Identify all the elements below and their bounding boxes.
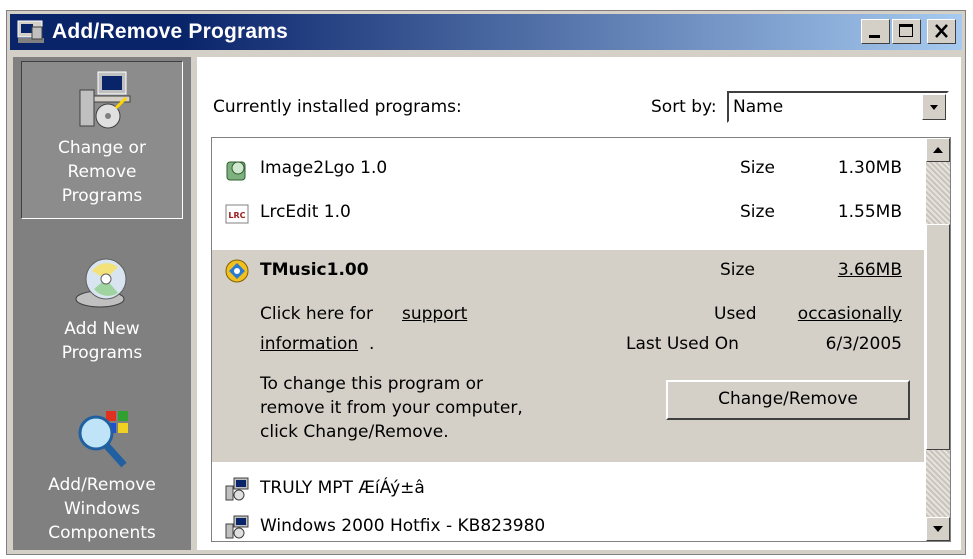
sidebar-item-add-new[interactable]: Add New Programs [21, 253, 183, 383]
size-value[interactable]: 3.66MB [838, 260, 902, 280]
programs-list[interactable]: Image2Lgo 1.0 Size 1.30MB LRC LrcEdit 1.… [211, 137, 951, 542]
installer-icon [226, 161, 246, 181]
last-used-label: Last Used On [626, 334, 739, 354]
change-instructions-line-3: click Change/Remove. [260, 422, 449, 442]
scroll-up-button[interactable] [926, 138, 950, 162]
support-prefix: Click here for [260, 304, 373, 324]
change-instructions-line-2: remove it from your computer, [260, 398, 523, 418]
sidebar-item-label: Add New Programs [61, 319, 143, 363]
used-label: Used [714, 304, 757, 324]
size-label: Size [720, 260, 755, 280]
sort-by-label: Sort by: [651, 97, 717, 117]
sidebar-item-label: Change or Remove Programs [58, 138, 146, 206]
size-value: 1.30MB [837, 158, 902, 178]
change-instructions-line-1: To change this program or [260, 374, 484, 394]
minimize-button[interactable] [861, 19, 890, 44]
chevron-up-icon [933, 147, 943, 153]
sidebar: Change or Remove Programs Add New Progra… [13, 57, 191, 550]
program-name: TRULY MPT ÆíÁý±â [260, 478, 425, 498]
title-bar[interactable]: Add/Remove Programs [10, 14, 962, 50]
svg-text:LRC: LRC [228, 211, 245, 220]
tmusic-icon [225, 259, 249, 283]
size-value: 1.55MB [837, 202, 902, 222]
sidebar-item-windows-components[interactable]: Add/Remove Windows Components [21, 407, 183, 549]
program-row-lrcedit[interactable]: LRC LrcEdit 1.0 Size 1.55MB [212, 192, 924, 232]
information-link[interactable]: information [260, 334, 358, 354]
installed-programs-label: Currently installed programs: [213, 97, 462, 117]
program-row-image2lgo[interactable]: Image2Lgo 1.0 Size 1.30MB [212, 148, 924, 188]
support-link[interactable]: support [402, 304, 467, 324]
setup-icon [225, 515, 249, 539]
program-row-truly-mpt[interactable]: TRULY MPT ÆíÁý±â [212, 468, 924, 508]
scroll-down-button[interactable] [926, 517, 950, 541]
change-remove-button[interactable]: Change/Remove [666, 380, 910, 420]
size-label: Size [740, 202, 775, 222]
program-row-hotfix[interactable]: Windows 2000 Hotfix - KB823980 [212, 506, 924, 541]
program-name: LrcEdit 1.0 [260, 202, 351, 222]
used-value[interactable]: occasionally [798, 304, 902, 324]
program-name: Image2Lgo 1.0 [260, 158, 388, 178]
add-remove-programs-icon [16, 19, 46, 45]
sort-dropdown-button[interactable] [922, 94, 946, 120]
program-name: Windows 2000 Hotfix - KB823980 [260, 516, 546, 536]
windows-components-icon [78, 411, 128, 468]
change-remove-programs-icon [79, 71, 131, 129]
minimize-icon [869, 35, 880, 38]
selected-program-panel[interactable]: TMusic1.00 Size 3.66MB Click here for su… [212, 250, 924, 462]
window-title: Add/Remove Programs [52, 20, 289, 43]
maximize-button[interactable] [892, 19, 921, 44]
setup-icon [225, 477, 249, 501]
last-used-value: 6/3/2005 [825, 334, 902, 354]
add-remove-programs-window: Add/Remove Programs Change or Remove Pro… [6, 10, 966, 555]
size-label: Size [740, 158, 775, 178]
close-icon [935, 24, 948, 38]
close-button[interactable] [927, 19, 956, 44]
sidebar-item-change-remove[interactable]: Change or Remove Programs [21, 61, 183, 219]
chevron-down-icon [930, 105, 938, 110]
cd-disk-icon [75, 258, 127, 308]
chevron-down-icon [933, 526, 943, 532]
lrc-icon: LRC [225, 204, 249, 224]
program-name: TMusic1.00 [260, 260, 369, 280]
sort-by-value: Name [733, 97, 784, 117]
vertical-scrollbar[interactable] [926, 138, 950, 541]
main-panel: Currently installed programs: Sort by: N… [197, 57, 961, 550]
sort-by-select[interactable]: Name [727, 91, 949, 123]
support-suffix: . [369, 334, 375, 354]
scrollbar-thumb[interactable] [926, 224, 950, 450]
maximize-icon [899, 24, 913, 37]
sidebar-item-label: Add/Remove Windows Components [48, 475, 156, 543]
